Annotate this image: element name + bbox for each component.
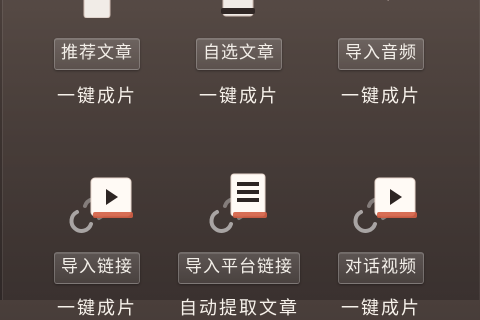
import-audio-button[interactable]: 导入音频 xyxy=(338,38,424,70)
import-platform-link-button[interactable]: 导入平台链接 xyxy=(178,252,300,284)
speaker-icon xyxy=(387,0,389,2)
document-icon xyxy=(83,0,111,18)
link-video-icon xyxy=(353,177,417,233)
selected-article-subtitle: 一键成片 xyxy=(199,86,279,107)
recommended-article-subtitle: 一键成片 xyxy=(57,86,137,107)
import-audio-subtitle: 一键成片 xyxy=(341,86,421,107)
link-video-icon xyxy=(69,177,133,233)
dialogue-video-subtitle: 一键成片 xyxy=(341,298,421,319)
document-stack-icon xyxy=(221,0,255,17)
recommended-article-button[interactable]: 推荐文章 xyxy=(54,38,140,70)
link-document-icon xyxy=(209,173,267,233)
dialogue-video-button[interactable]: 对话视频 xyxy=(338,252,424,284)
import-link-subtitle: 一键成片 xyxy=(57,298,137,319)
selected-article-button[interactable]: 自选文章 xyxy=(196,38,282,70)
import-link-button[interactable]: 导入链接 xyxy=(54,252,140,284)
import-platform-link-subtitle: 自动提取文章 xyxy=(179,298,299,319)
